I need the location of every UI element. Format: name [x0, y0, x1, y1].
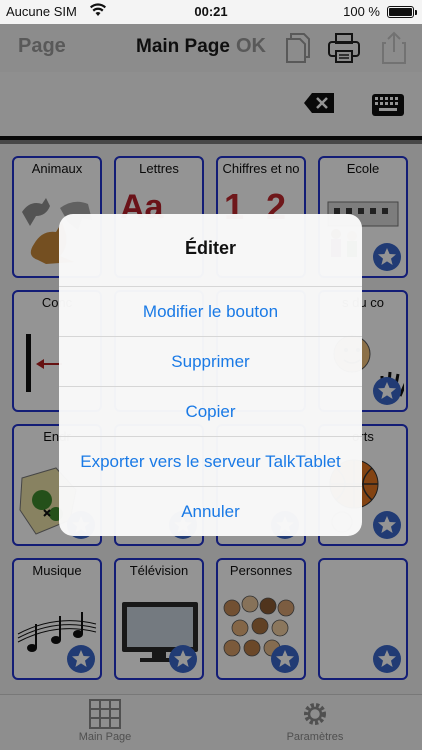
- battery-percent: 100 %: [343, 4, 380, 19]
- delete-action[interactable]: Supprimer: [59, 336, 362, 386]
- alert-title: Éditer: [184, 238, 236, 258]
- status-bar: Aucune SIM 00:21 100 %: [0, 0, 422, 24]
- modify-button-action[interactable]: Modifier le bouton: [59, 286, 362, 336]
- edit-action-sheet: Éditer Modifier le bouton Supprimer Copi…: [59, 214, 362, 536]
- battery-icon: [387, 6, 417, 18]
- copy-action[interactable]: Copier: [59, 386, 362, 436]
- cancel-action[interactable]: Annuler: [59, 486, 362, 536]
- export-talktablet-action[interactable]: Exporter vers le serveur TalkTablet: [59, 436, 362, 486]
